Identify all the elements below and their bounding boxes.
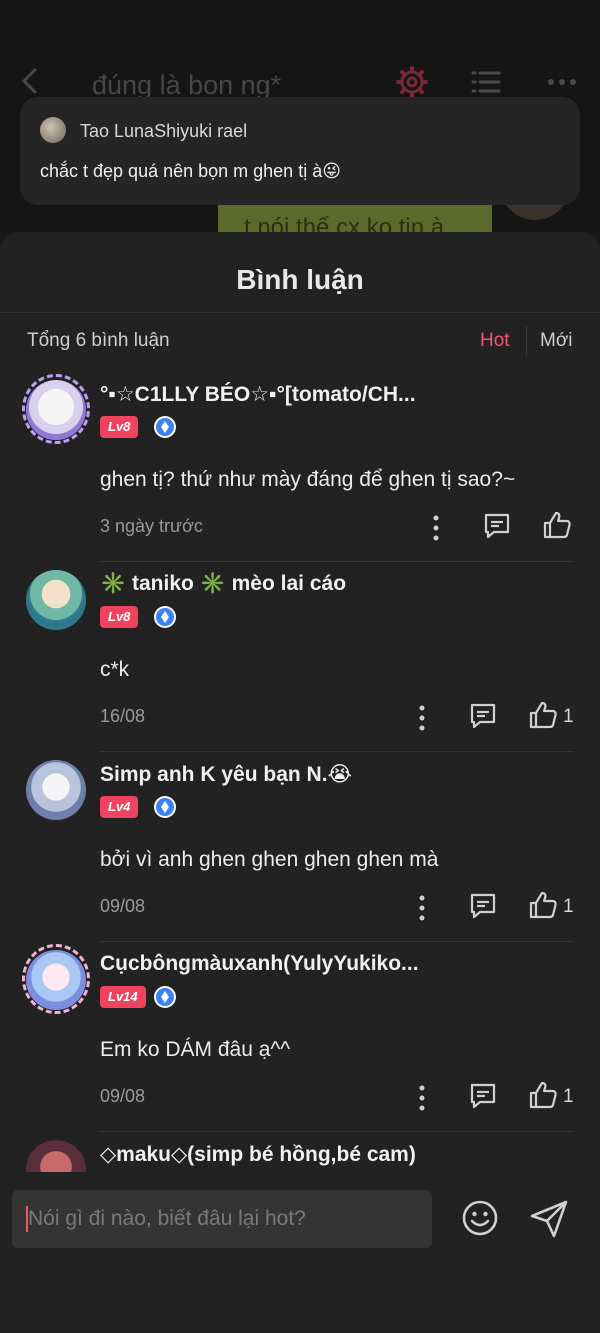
username[interactable]: ✳️ taniko ✳️ mèo lai cáo: [100, 572, 346, 596]
more-vertical-icon[interactable]: [431, 514, 441, 542]
like-count: 1: [563, 706, 574, 727]
reply-icon[interactable]: [469, 1082, 497, 1110]
more-vertical-icon[interactable]: [417, 1084, 427, 1112]
level-badge: Lv8: [100, 606, 139, 628]
reply-icon[interactable]: [469, 702, 497, 730]
comment-time: 3 ngày trước: [100, 516, 203, 536]
more-vertical-icon[interactable]: [417, 704, 427, 732]
level-badge: Lv8: [100, 416, 139, 438]
comment-text: c*k: [100, 658, 130, 681]
comment-item: ◇maku◇(simp bé hồng,bé cam): [0, 1132, 600, 1172]
sort-hot-tab[interactable]: Hot: [480, 330, 510, 352]
avatar-frame: [22, 944, 90, 1014]
toast-sender-name: Tao LunaShiyuki rael: [80, 121, 248, 141]
verified-icon: [154, 606, 176, 628]
comment-input-box[interactable]: [12, 1190, 432, 1248]
like-icon[interactable]: [528, 1080, 558, 1110]
avatar[interactable]: [26, 760, 86, 820]
level-badge: Lv4: [100, 796, 139, 818]
reply-icon[interactable]: [483, 512, 511, 540]
toast-avatar: [40, 117, 66, 143]
more-vertical-icon[interactable]: [417, 894, 427, 922]
comment-sheet: Bình luận Tổng 6 bình luận Hot Mới °▪☆C1…: [0, 232, 600, 1333]
comment-item: ✳️ taniko ✳️ mèo lai cáo Lv8 c*k 16/08 1: [0, 562, 600, 752]
like-count: 1: [563, 896, 574, 917]
gear-icon[interactable]: [396, 66, 428, 98]
list-icon[interactable]: [470, 68, 502, 96]
verified-icon: [154, 416, 176, 438]
comment-text: bởi vì anh ghen ghen ghen ghen mà: [100, 848, 439, 871]
comment-count: Tổng 6 bình luận: [27, 330, 170, 351]
avatar[interactable]: [26, 570, 86, 630]
avatar-frame: [22, 374, 90, 444]
send-icon[interactable]: [528, 1198, 570, 1240]
username[interactable]: Simp anh K yêu bạn N.😭: [100, 762, 352, 787]
comment-input[interactable]: [28, 1190, 428, 1248]
more-horizontal-icon[interactable]: [546, 72, 578, 92]
avatar[interactable]: [26, 1140, 86, 1172]
sort-new-tab[interactable]: Mới: [540, 330, 573, 352]
username[interactable]: Cụcbôngmàuxanh(YulyYukiko...: [100, 952, 419, 976]
like-count: 1: [563, 1086, 574, 1107]
sort-divider: [526, 326, 527, 356]
username[interactable]: ◇maku◇(simp bé hồng,bé cam): [100, 1142, 416, 1167]
verified-icon: [154, 796, 176, 818]
comment-time: 09/08: [100, 1086, 146, 1106]
emoji-icon[interactable]: [460, 1198, 500, 1238]
comment-item: Simp anh K yêu bạn N.😭 Lv4 bởi vì anh gh…: [0, 752, 600, 942]
comment-time: 09/08: [100, 896, 146, 916]
level-badge: Lv14: [100, 986, 146, 1008]
like-icon[interactable]: [542, 510, 572, 540]
like-icon[interactable]: [528, 890, 558, 920]
sheet-title: Bình luận: [236, 264, 364, 295]
comment-item: °▪☆C1LLY BÉO☆▪°[tomato/CH... Lv8 ghen tị…: [0, 372, 600, 562]
verified-icon: [154, 986, 176, 1008]
like-icon[interactable]: [528, 700, 558, 730]
divider: [0, 312, 600, 313]
back-icon[interactable]: [16, 66, 46, 96]
notification-toast[interactable]: Tao LunaShiyuki rael chắc t đẹp quá nên …: [20, 97, 580, 205]
reply-icon[interactable]: [469, 892, 497, 920]
comment-text: ghen tị? thứ như mày đáng để ghen tị sao…: [100, 468, 516, 491]
comment-text: Em ko DÁM đâu ạ^^: [100, 1038, 291, 1061]
comment-item: Cụcbôngmàuxanh(YulyYukiko... Lv14 Em ko …: [0, 942, 600, 1132]
comment-list[interactable]: °▪☆C1LLY BÉO☆▪°[tomato/CH... Lv8 ghen tị…: [0, 372, 600, 1172]
username[interactable]: °▪☆C1LLY BÉO☆▪°[tomato/CH...: [100, 382, 416, 407]
comment-time: 16/08: [100, 706, 146, 726]
toast-message: chắc t đẹp quá nên bọn m ghen tị à😜: [40, 161, 341, 181]
